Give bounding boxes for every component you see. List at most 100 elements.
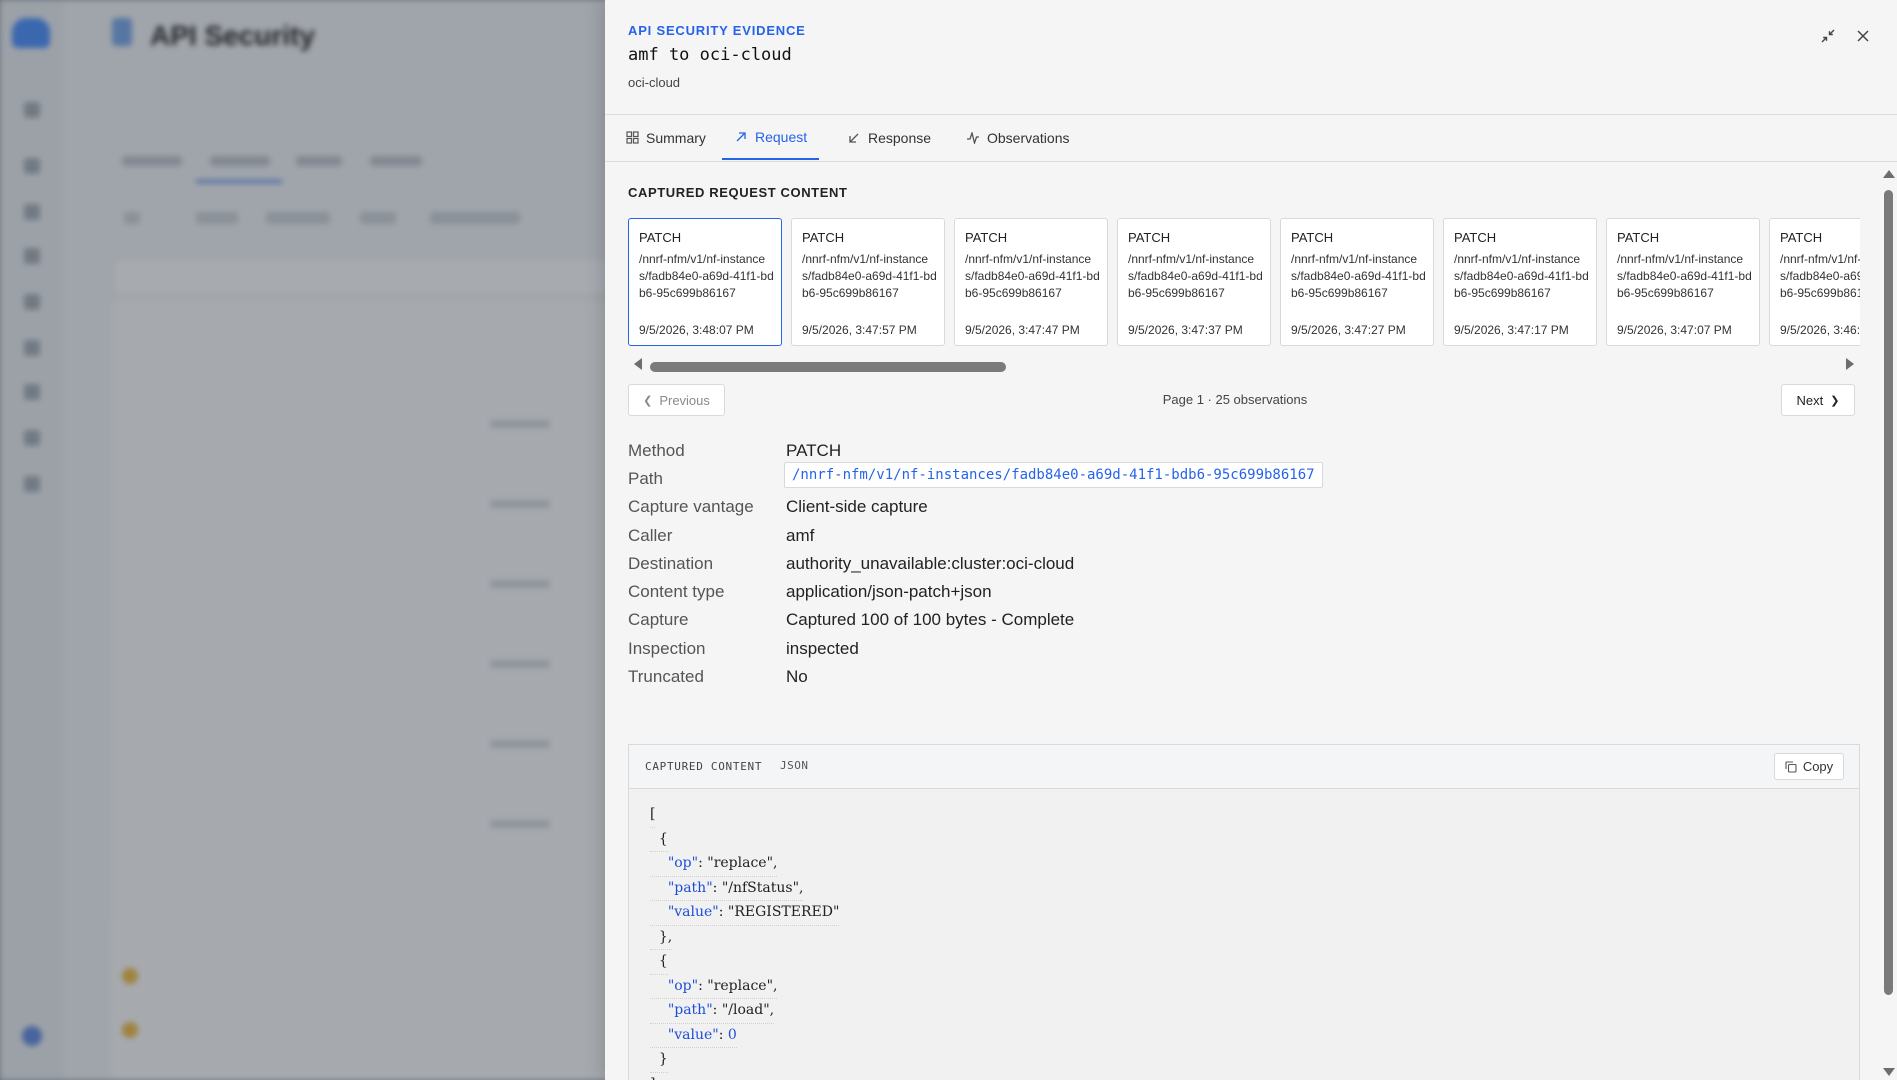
field-value: PATCH [786,441,842,460]
observation-carousel: PATCH/nnrf-nfm/v1/nf-instances/fadb84e0-… [628,218,1860,350]
json-code: [ { "op": "replace", "path": "/nfStatus"… [650,803,840,1080]
card-time: 9/5/2026, 3:47:47 PM [965,323,1080,337]
code-line: [ [650,803,656,828]
section-title: CAPTURED REQUEST CONTENT [628,185,848,200]
observation-card[interactable]: PATCH/nnrf-nfm/v1/nf-instances/fadb84e0-… [628,218,782,346]
next-button[interactable]: Next ❯ [1781,384,1855,416]
card-path: /nnrf-nfm/v1/nf-instances/fadb84e0-a69d-… [1617,252,1752,300]
card-time: 9/5/2026, 3:47:37 PM [1128,323,1243,337]
observation-card[interactable]: PATCH/nnrf-nfm/v1/nf-instances/fadb84e0-… [1606,218,1760,346]
copy-button[interactable]: Copy [1774,753,1844,780]
observation-card[interactable]: PATCH/nnrf-nfm/v1/nf-instances/fadb84e0-… [954,218,1108,346]
field-label: Content type [628,582,725,601]
observation-card[interactable]: PATCH/nnrf-nfm/v1/nf-instances/fadb84e0-… [1117,218,1271,346]
page-info: Page 1 · 25 observations [1162,392,1308,407]
code-line: { [650,828,668,852]
card-path: /nnrf-nfm/v1/nf-instances/fadb84e0-a69d-… [1780,252,1860,300]
tab-observations[interactable]: Observations [954,115,1081,160]
observation-card[interactable]: PATCH/nnrf-nfm/v1/nf-instances/fadb84e0-… [1443,218,1597,346]
collapse-button[interactable] [1818,26,1838,46]
scroll-right-icon[interactable] [1846,358,1854,370]
card-time: 9/5/2026, 3:47:17 PM [1454,323,1569,337]
next-label: Next [1796,392,1824,408]
code-label: CAPTURED CONTENT [645,760,763,773]
code-line: "value": "REGISTERED" [650,901,840,926]
field-value: authority_unavailable:cluster:oci-cloud [786,554,1075,573]
scroll-track[interactable] [646,358,1842,372]
scroll-up-icon[interactable] [1883,170,1895,178]
observation-card[interactable]: PATCH/nnrf-nfm/v1/nf-instances/fadb84e0-… [791,218,945,346]
card-time: 9/5/2026, 3:46:57 PM [1780,323,1860,337]
field-value: amf [786,526,815,545]
drawer-scrollbar[interactable] [1881,162,1897,1080]
arrow-down-left-icon [847,131,861,145]
field-value: application/json-patch+json [786,582,992,601]
card-method: PATCH [1454,230,1497,245]
card-time: 9/5/2026, 3:47:27 PM [1291,323,1406,337]
tab-request[interactable]: Request [722,115,820,160]
code-line: { [650,950,668,975]
card-path: /nnrf-nfm/v1/nf-instances/fadb84e0-a69d-… [1291,252,1426,300]
request-panel: CAPTURED REQUEST CONTENT PATCH/nnrf-nfm/… [605,162,1897,1080]
field-value: Captured 100 of 100 bytes - Complete [786,610,1075,629]
evidence-drawer: API SECURITY EVIDENCE amf to oci-cloud o… [605,0,1897,1080]
drawer-eyebrow: API SECURITY EVIDENCE [628,23,806,38]
card-method: PATCH [1128,230,1171,245]
scroll-left-icon[interactable] [634,358,642,370]
arrow-up-right-icon [734,130,748,144]
copy-icon [1785,760,1797,773]
card-path: /nnrf-nfm/v1/nf-instances/fadb84e0-a69d-… [802,252,937,300]
field-label: Inspection [628,639,706,658]
card-path: /nnrf-nfm/v1/nf-instances/fadb84e0-a69d-… [965,252,1100,300]
drawer-header: API SECURITY EVIDENCE amf to oci-cloud o… [605,0,1897,115]
code-line: "value": 0 [650,1024,737,1048]
card-method: PATCH [639,230,682,245]
chevron-right-icon: ❯ [1830,394,1840,407]
close-icon [1857,30,1869,42]
tab-summary[interactable]: Summary [613,115,718,160]
field-label: Truncated [628,667,704,686]
carousel-scrollbar[interactable] [628,355,1860,372]
field-value: Client-side capture [786,497,928,516]
tab-label: Response [868,129,932,146]
code-line: } [650,1048,668,1073]
scroll-thumb[interactable] [650,362,1006,372]
scroll-down-icon[interactable] [1883,1068,1895,1076]
close-button[interactable] [1853,26,1873,46]
copy-label: Copy [1802,759,1834,774]
code-line: ] [650,1073,655,1080]
tab-label: Request [755,128,808,145]
field-value: No [786,667,808,686]
tab-label: Observations [987,129,1070,146]
activity-icon [966,131,980,145]
field-label: Caller [628,526,673,545]
field-value: inspected [786,639,859,658]
grid-icon [625,131,639,145]
observation-card[interactable]: PATCH/nnrf-nfm/v1/nf-instances/fadb84e0-… [1280,218,1434,346]
captured-content-panel: CAPTURED CONTENT JSON Copy [ { "op": "re… [628,744,1860,1080]
field-label: Destination [628,554,714,573]
path-value[interactable]: /nnrf-nfm/v1/nf-instances/fadb84e0-a69d-… [784,462,1323,488]
card-path: /nnrf-nfm/v1/nf-instances/fadb84e0-a69d-… [1454,252,1589,300]
previous-button[interactable]: ❮ Previous [628,384,725,416]
drawer-title: amf to oci-cloud [628,45,792,65]
field-label: Path [628,469,663,488]
code-line: "op": "replace", [650,852,778,877]
code-line: "path": "/nfStatus", [650,877,804,901]
code-language: JSON [780,759,809,772]
card-path: /nnrf-nfm/v1/nf-instances/fadb84e0-a69d-… [1128,252,1263,300]
field-label: Method [628,441,685,460]
code-line: }, [650,926,673,950]
card-method: PATCH [1291,230,1334,245]
card-time: 9/5/2026, 3:48:07 PM [639,323,754,337]
code-line: "path": "/load", [650,999,775,1024]
tab-response[interactable]: Response [835,115,943,160]
observation-card[interactable]: PATCH/nnrf-nfm/v1/nf-instances/fadb84e0-… [1769,218,1860,346]
scroll-thumb[interactable] [1884,190,1893,995]
card-method: PATCH [1617,230,1660,245]
card-time: 9/5/2026, 3:47:57 PM [802,323,917,337]
card-method: PATCH [965,230,1008,245]
drawer-tabs: Summary Request Response Observations [605,115,1897,162]
card-path: /nnrf-nfm/v1/nf-instances/fadb84e0-a69d-… [639,252,774,300]
card-method: PATCH [802,230,845,245]
